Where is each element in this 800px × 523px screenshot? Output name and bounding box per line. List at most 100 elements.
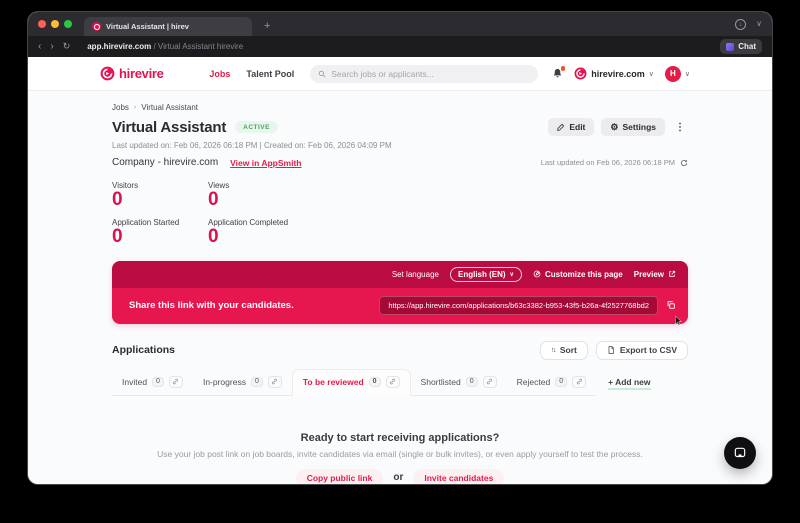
chevron-down-icon[interactable]: ∨ xyxy=(756,20,762,28)
stat-application-completed: Application Completed 0 xyxy=(208,218,368,248)
stage-link-button[interactable] xyxy=(385,375,400,388)
customize-label: Customize this page xyxy=(544,269,623,279)
sort-label: Sort xyxy=(559,345,577,356)
stage-tab-in-progress[interactable]: In-progress 0 xyxy=(193,371,292,395)
page-title: Virtual Assistant xyxy=(112,118,227,136)
nav-jobs[interactable]: Jobs xyxy=(209,69,230,79)
stage-tab-shortlisted[interactable]: Shortlisted 0 xyxy=(411,371,507,395)
view-in-appsmith-link[interactable]: View in AppSmith xyxy=(230,158,301,168)
browser-url-bar: ‹ › ↻ app.hirevire.com / Virtual Assista… xyxy=(28,36,772,57)
stage-tab-rejected[interactable]: Rejected 0 xyxy=(507,371,596,395)
breadcrumb-current: Virtual Assistant xyxy=(141,103,199,112)
stat-label: Views xyxy=(208,181,230,190)
browser-tab-bar: Virtual Assistant | hirev + ↓ ∨ xyxy=(28,12,772,36)
stage-link-button[interactable] xyxy=(267,375,282,388)
empty-state: Ready to start receiving applications? U… xyxy=(112,432,688,484)
add-stage-button[interactable]: + Add new xyxy=(608,377,651,390)
search-input[interactable] xyxy=(331,68,531,79)
stat-label: Visitors xyxy=(112,181,139,190)
chat-extension-icon xyxy=(726,42,735,51)
window-controls xyxy=(38,20,72,28)
app-header: hirevire Jobs Talent Pool Search jobs or… xyxy=(28,57,772,91)
downloads-icon[interactable]: ↓ xyxy=(735,18,747,30)
hirevire-logo[interactable]: hirevire xyxy=(100,66,164,81)
brand-wordmark: hirevire xyxy=(119,66,164,81)
document-icon xyxy=(608,346,614,354)
new-tab-button[interactable]: + xyxy=(264,21,270,32)
forward-icon[interactable]: › xyxy=(50,41,53,52)
stat-application-started: Application Started 0 xyxy=(112,218,208,248)
zoom-window-button[interactable] xyxy=(64,20,72,28)
customize-page-button[interactable]: Customize this page xyxy=(533,270,623,279)
hirevire-logo-icon xyxy=(100,66,115,81)
link-icon xyxy=(487,378,493,385)
avatar: H xyxy=(664,65,681,82)
stage-tab-invited[interactable]: Invited 0 xyxy=(112,371,193,395)
stage-link-button[interactable] xyxy=(168,375,183,388)
org-switcher[interactable]: hirevire.com ∨ xyxy=(574,67,654,80)
nav-talent-pool[interactable]: Talent Pool xyxy=(246,69,294,79)
back-icon[interactable]: ‹ xyxy=(38,41,41,52)
stage-tab-to-be-reviewed[interactable]: To be reviewed 0 xyxy=(291,368,411,396)
export-csv-button[interactable]: Export to CSV xyxy=(595,340,688,360)
url-path: / Virtual Assistant hirevire xyxy=(151,42,244,51)
copy-icon xyxy=(667,301,675,310)
stage-tabs: Invited 0 In-progress 0 To be reviewed 0… xyxy=(112,368,688,396)
link-icon xyxy=(272,378,278,385)
application-link-field[interactable]: https://app.hirevire.com/applications/b6… xyxy=(379,295,658,315)
address-bar[interactable]: app.hirevire.com / Virtual Assistant hir… xyxy=(87,42,243,51)
notifications-button[interactable] xyxy=(552,66,566,79)
stage-count-badge: 0 xyxy=(250,376,263,387)
settings-button[interactable]: ⚙ Settings xyxy=(601,118,665,136)
browser-tab[interactable]: Virtual Assistant | hirev xyxy=(84,17,252,36)
stage-tab-label: Rejected xyxy=(516,376,551,387)
edit-button[interactable]: Edit xyxy=(548,118,595,136)
main-content: Jobs › Virtual Assistant Virtual Assista… xyxy=(28,91,772,484)
breadcrumb-separator-icon: › xyxy=(133,104,137,111)
job-meta: Last updated on: Feb 06, 2026 06:18 PM |… xyxy=(112,141,392,150)
global-search[interactable] xyxy=(310,64,539,83)
stage-tab-label: To be reviewed xyxy=(302,376,364,387)
stage-count-badge: 0 xyxy=(465,376,478,387)
chevron-down-icon: ∨ xyxy=(648,70,654,78)
stat-value: 0 xyxy=(208,189,219,210)
stage-count-badge: 0 xyxy=(555,376,568,387)
more-options-icon[interactable]: ⋮ xyxy=(672,122,688,133)
export-csv-label: Export to CSV xyxy=(619,345,677,356)
browser-chat-extension-button[interactable]: Chat xyxy=(720,39,762,54)
applications-heading: Applications xyxy=(112,344,176,357)
refresh-icon[interactable] xyxy=(680,159,688,167)
customize-icon xyxy=(533,270,541,278)
empty-state-description: Use your job post link on job boards, in… xyxy=(157,448,643,459)
language-value: English (EN) xyxy=(457,269,506,279)
settings-button-label: Settings xyxy=(622,122,656,132)
reload-icon[interactable]: ↻ xyxy=(63,42,71,51)
user-menu[interactable]: H ∨ xyxy=(664,65,690,82)
share-link-text: Share this link with your candidates. xyxy=(129,299,294,311)
sort-icon: ↑↓ xyxy=(550,346,557,354)
hirevire-favicon-icon xyxy=(92,22,101,31)
chat-widget-button[interactable] xyxy=(724,437,756,469)
job-stats: Visitors 0 Views 0 Application Started 0… xyxy=(112,181,688,248)
link-icon xyxy=(389,378,396,385)
stat-value: 0 xyxy=(112,189,123,210)
edit-button-label: Edit xyxy=(569,122,586,132)
sort-button[interactable]: ↑↓ Sort xyxy=(539,340,588,360)
breadcrumb-jobs[interactable]: Jobs xyxy=(112,103,129,112)
notification-dot xyxy=(560,66,566,71)
stage-tab-label: In-progress xyxy=(202,376,246,387)
copy-link-button[interactable] xyxy=(666,300,676,310)
external-link-icon xyxy=(669,271,676,278)
copy-public-link-button[interactable]: Copy public link xyxy=(295,468,384,484)
chevron-down-icon: ∨ xyxy=(684,70,690,78)
invite-candidates-button[interactable]: Invite candidates xyxy=(413,468,505,484)
preview-button[interactable]: Preview xyxy=(634,270,676,279)
minimize-window-button[interactable] xyxy=(51,20,59,28)
org-logo-icon xyxy=(574,67,587,80)
company-label: Company - hirevire.com xyxy=(112,157,219,168)
stage-count-badge: 0 xyxy=(368,376,381,387)
language-select[interactable]: English (EN) ∨ xyxy=(449,266,522,282)
close-window-button[interactable] xyxy=(38,20,46,28)
stage-link-button[interactable] xyxy=(482,375,497,388)
stage-link-button[interactable] xyxy=(572,375,587,388)
